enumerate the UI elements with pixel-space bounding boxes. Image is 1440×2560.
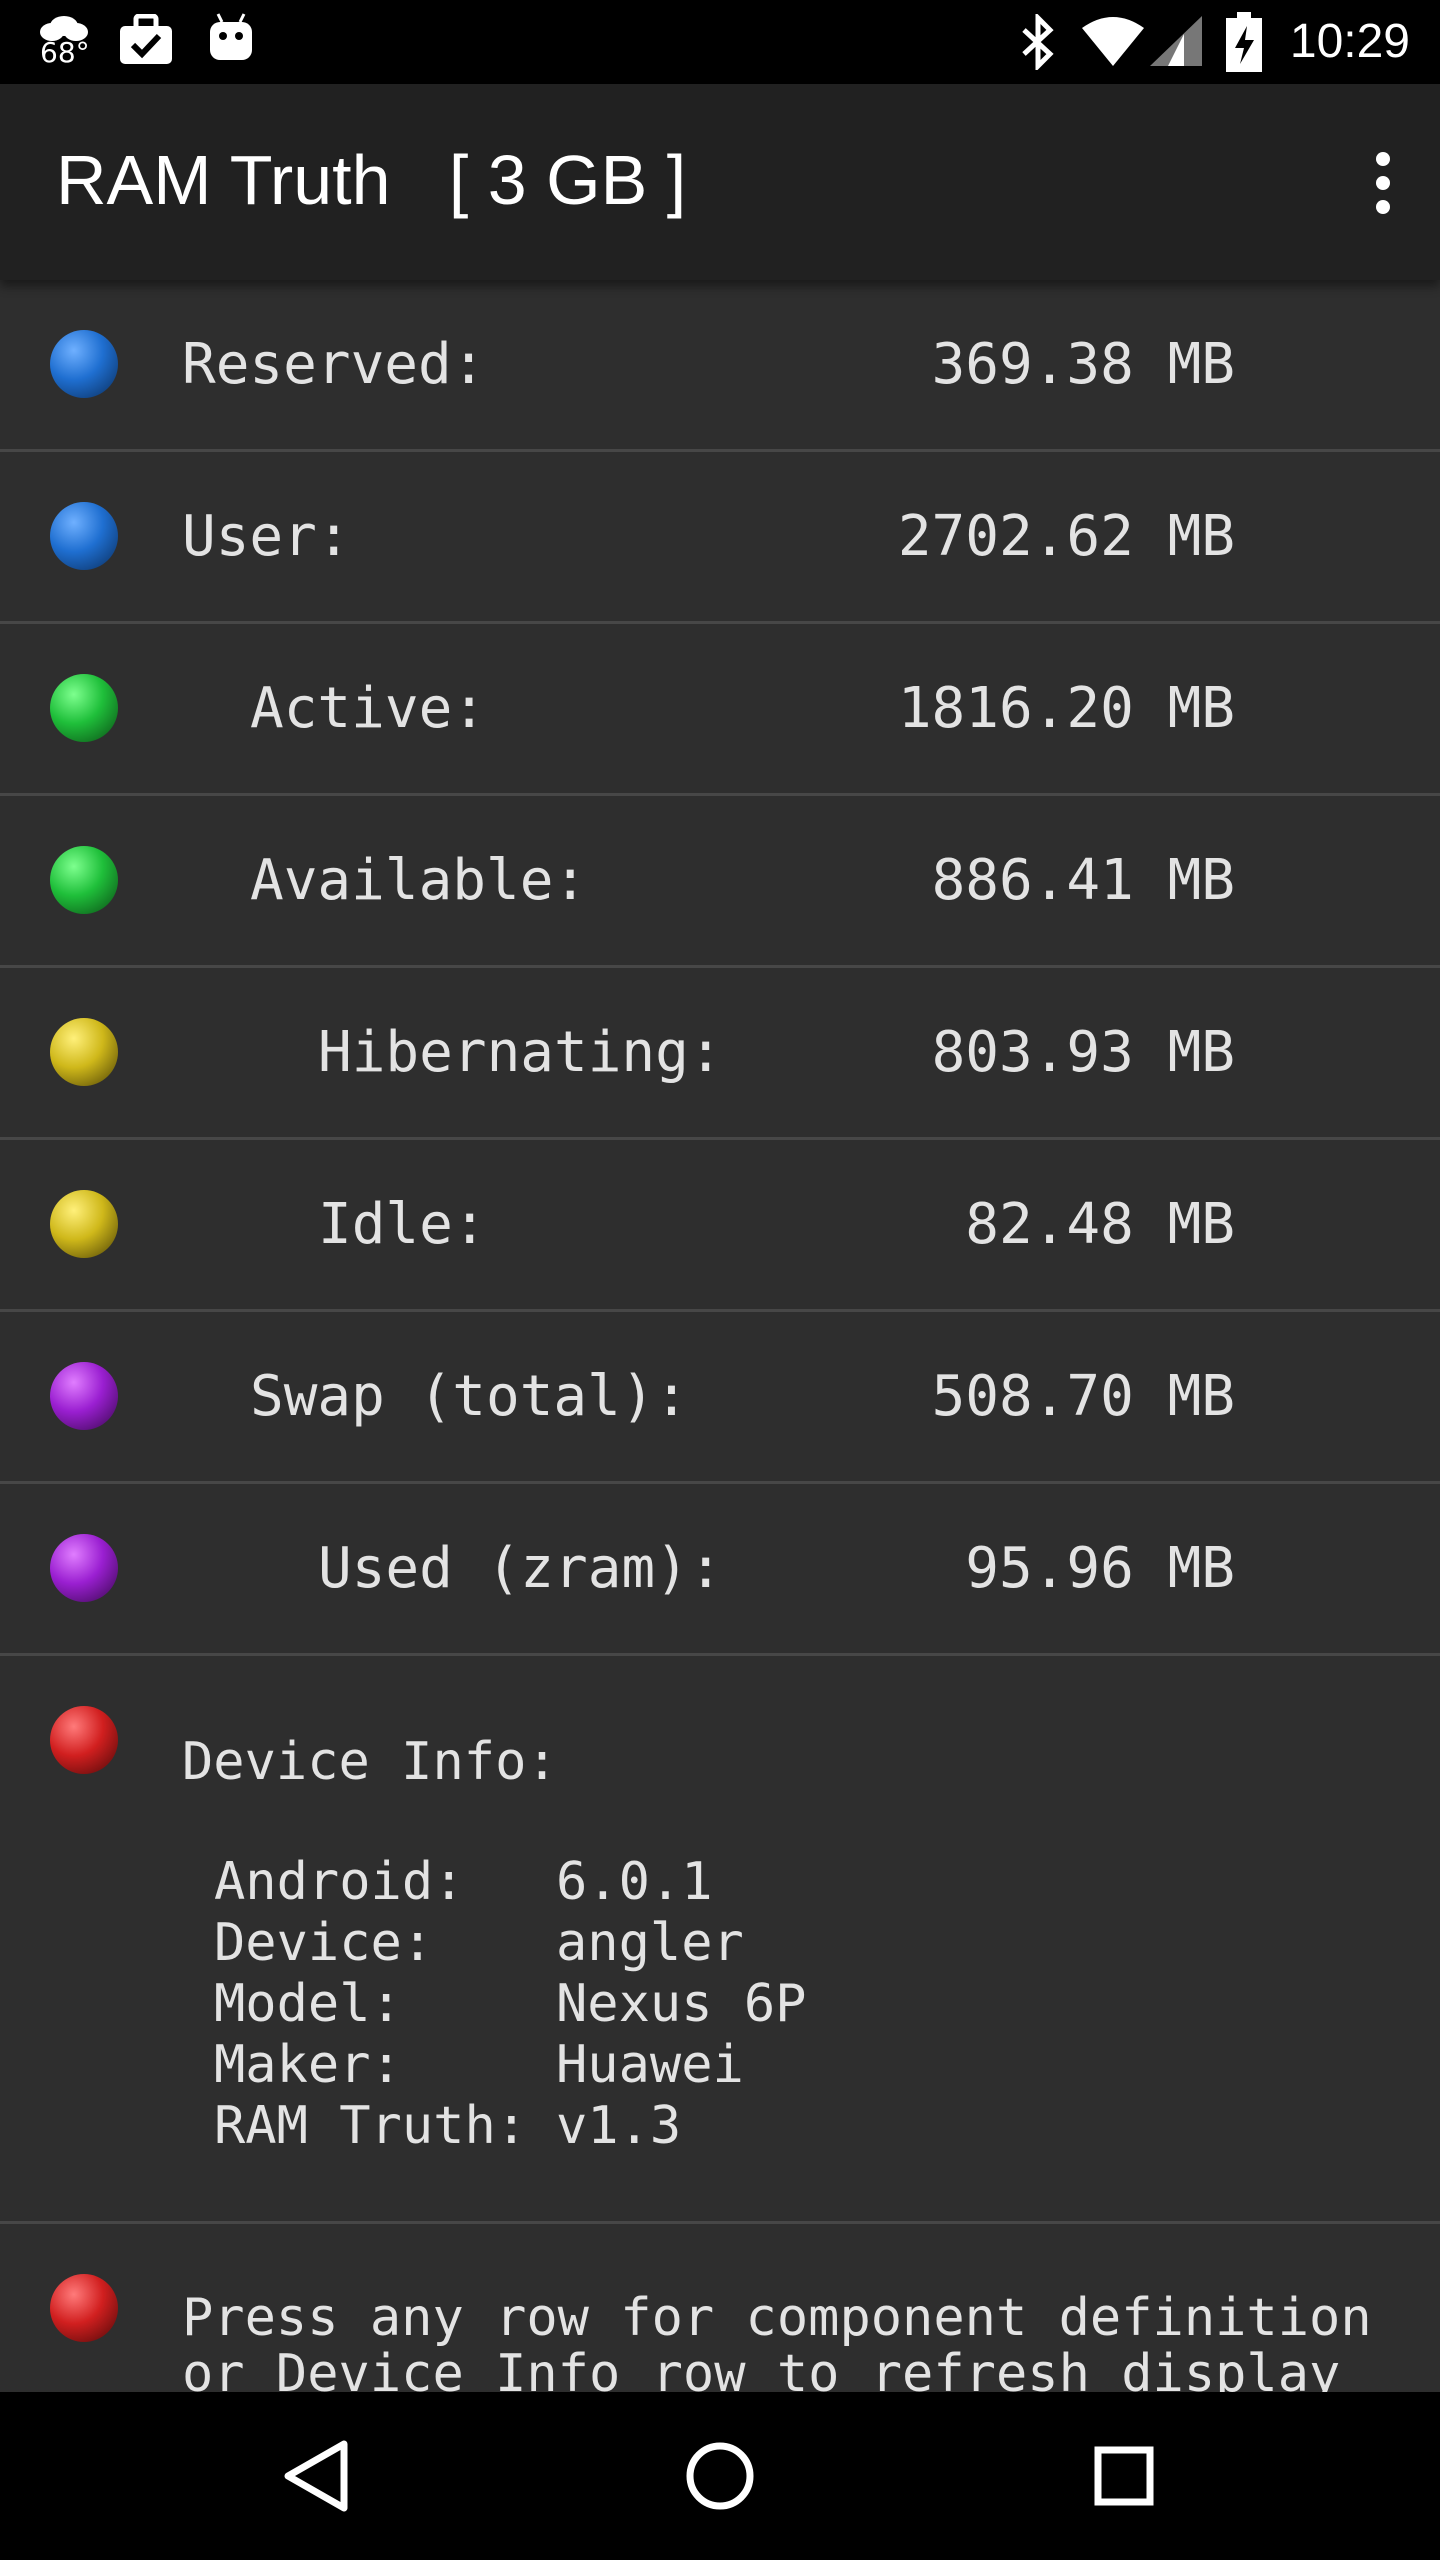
status-clock: 10:29: [1289, 15, 1410, 68]
row-swap-total[interactable]: Swap (total): 508.70 MB: [0, 1312, 1440, 1484]
row-value: 2702.62 MB: [897, 504, 1235, 569]
home-icon[interactable]: [670, 2426, 770, 2526]
row-value: 508.70 MB: [931, 1364, 1235, 1429]
bluetooth-icon: [1022, 14, 1054, 70]
app-bar: RAM Truth [ 3 GB ]: [0, 84, 1440, 280]
battery-charging-icon: [1226, 12, 1262, 72]
status-ball-icon: [50, 1534, 118, 1602]
navigation-bar: [0, 2392, 1440, 2560]
cell-signal-icon: [1150, 16, 1202, 66]
memory-list: Reserved: 369.38 MB User: 2702.62 MB Act…: [0, 280, 1440, 2392]
status-ball-icon: [50, 1706, 118, 1774]
recents-icon[interactable]: [1074, 2426, 1174, 2526]
status-ball-icon: [50, 1190, 118, 1258]
status-bar: 68° 10:29: [0, 0, 1440, 84]
row-label: User:: [182, 504, 351, 569]
status-ball-icon: [50, 502, 118, 570]
help-text: Press any row for component definition o…: [182, 2288, 1372, 2392]
status-ball-icon: [50, 846, 118, 914]
row-label: Hibernating:: [318, 1020, 723, 1085]
row-idle[interactable]: Idle: 82.48 MB: [0, 1140, 1440, 1312]
device-info-item: Model: Nexus 6P: [214, 1974, 807, 2034]
status-ball-icon: [50, 674, 118, 742]
row-label: Active:: [250, 676, 487, 741]
device-info-title: Device Info:: [182, 1732, 558, 1792]
row-reserved[interactable]: Reserved: 369.38 MB: [0, 280, 1440, 452]
row-value: 369.38 MB: [931, 332, 1235, 397]
row-help[interactable]: Press any row for component definition o…: [0, 2224, 1440, 2392]
row-label: Swap (total):: [250, 1364, 689, 1429]
row-device-info[interactable]: Device Info: Android: 6.0.1 Device: angler…: [0, 1656, 1440, 2224]
row-value: 1816.20 MB: [897, 676, 1235, 741]
row-value: 95.96 MB: [965, 1536, 1235, 1601]
row-user[interactable]: User: 2702.62 MB: [0, 452, 1440, 624]
device-info-list: Android: 6.0.1 Device: angler Model: Nexus …: [214, 1852, 806, 2157]
row-hibernating[interactable]: Hibernating: 803.93 MB: [0, 968, 1440, 1140]
row-value: 886.41 MB: [931, 848, 1235, 913]
row-label: Used (zram):: [318, 1536, 723, 1601]
device-info-item: Device: angler: [214, 1913, 744, 1973]
more-vert-icon[interactable]: [1364, 144, 1404, 224]
device-info-item: Android: 6.0.1: [214, 1852, 713, 1912]
row-label: Idle:: [318, 1192, 487, 1257]
row-label: Reserved:: [182, 332, 486, 397]
row-available[interactable]: Available: 886.41 MB: [0, 796, 1440, 968]
status-ball-icon: [50, 1018, 118, 1086]
briefcase-check-icon: [120, 14, 172, 64]
row-label: Available:: [250, 848, 588, 913]
device-info-item: Maker: Huawei: [214, 2035, 744, 2095]
status-ball-icon: [50, 2274, 118, 2342]
android-icon: [210, 13, 252, 60]
row-value: 803.93 MB: [931, 1020, 1235, 1085]
device-info-item: RAM Truth: v1.3: [214, 2096, 682, 2156]
app-title: RAM Truth [ 3 GB ]: [56, 141, 687, 219]
temperature: 68°: [40, 36, 90, 69]
row-value: 82.48 MB: [965, 1192, 1235, 1257]
row-used-zram[interactable]: Used (zram): 95.96 MB: [0, 1484, 1440, 1656]
status-ball-icon: [50, 1362, 118, 1430]
back-icon[interactable]: [266, 2426, 366, 2526]
wifi-icon: [1082, 17, 1144, 66]
row-active[interactable]: Active: 1816.20 MB: [0, 624, 1440, 796]
status-ball-icon: [50, 330, 118, 398]
